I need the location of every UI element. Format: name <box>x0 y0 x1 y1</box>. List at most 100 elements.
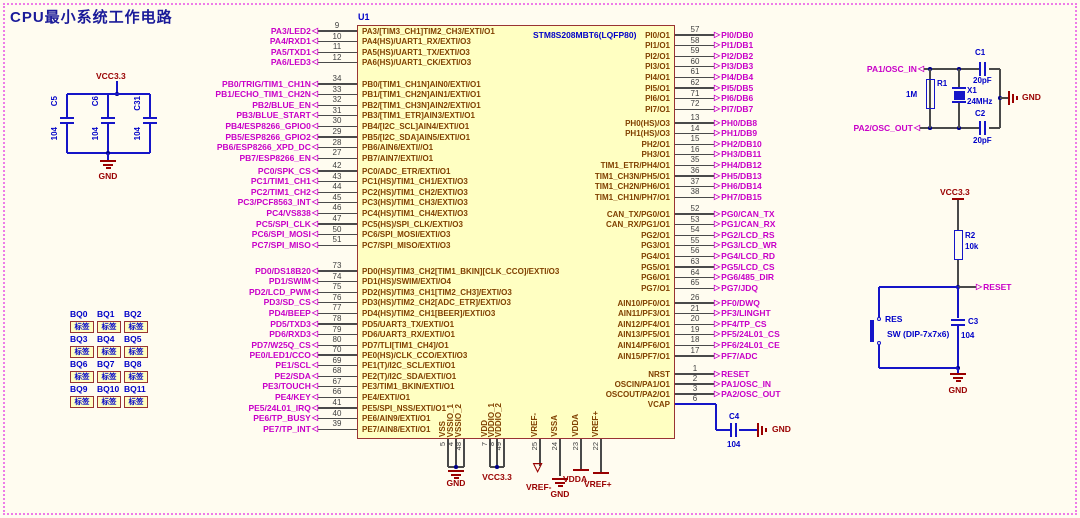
capacitor-C2[interactable] <box>984 121 986 135</box>
net-port[interactable]: PB3/BLUE_START◁ <box>236 110 318 120</box>
tag-box-BQ11[interactable]: 标签 <box>124 396 148 408</box>
net-port[interactable]: PA3/LED2◁ <box>271 26 318 36</box>
net-port[interactable]: PC0/SPK_CS◁ <box>258 166 318 176</box>
capacitor-C4[interactable] <box>735 423 737 437</box>
net-port[interactable]: ▷PI0/DB0 <box>714 30 753 40</box>
tag-box-BQ4[interactable]: 标签 <box>97 346 121 358</box>
tag-box-BQ1[interactable]: 标签 <box>97 321 121 333</box>
net-port[interactable]: ▷PG4/LCD_RD <box>714 251 775 261</box>
net-port[interactable]: PA5/TXD1◁ <box>271 47 318 57</box>
net-port[interactable]: PB6/ESP8266_XPD_DC◁ <box>217 142 318 152</box>
pin-name: PG5/O1 <box>641 263 670 272</box>
net-port[interactable]: PE2/SDA◁ <box>274 371 318 381</box>
net-port[interactable]: ▷RESET <box>714 369 750 379</box>
capacitor-C31[interactable] <box>143 117 157 119</box>
net-port[interactable]: ▷PG0/CAN_TX <box>714 209 775 219</box>
tag-box-BQ6[interactable]: 标签 <box>70 371 94 383</box>
tag-box-BQ8[interactable]: 标签 <box>124 371 148 383</box>
net-port[interactable]: ▷PI2/DB2 <box>714 51 753 61</box>
net-port[interactable]: PB4/ESP8266_GPIO0◁ <box>225 121 318 131</box>
net-port[interactable]: ▷PH7/DB15 <box>714 192 762 202</box>
net-port[interactable]: PC3/PCF8563_INT◁ <box>238 197 318 207</box>
tag-box-BQ9[interactable]: 标签 <box>70 396 94 408</box>
net-port[interactable]: PA6/LED3◁ <box>271 57 318 67</box>
net-port[interactable]: PC5/SPI_CLK◁ <box>256 219 318 229</box>
net-port[interactable]: ▷PF7/ADC <box>714 351 758 361</box>
net-port[interactable]: PA2/OSC_OUT◁ <box>853 123 920 133</box>
tag-box-BQ7[interactable]: 标签 <box>97 371 121 383</box>
net-label: PH2/DB10 <box>721 139 762 149</box>
capacitor-C1[interactable] <box>984 62 986 76</box>
net-port[interactable]: PA1/OSC_IN◁ <box>867 64 924 74</box>
capacitor-C1[interactable] <box>979 62 981 76</box>
net-port[interactable]: ▷PI7/DB7 <box>714 104 753 114</box>
net-port[interactable]: ▷PG6/485_DIR <box>714 272 774 282</box>
net-port[interactable]: PE4/KEY◁ <box>275 392 318 402</box>
net-port[interactable]: ▷PH2/DB10 <box>714 139 762 149</box>
net-port[interactable]: PC6/SPI_MOSI◁ <box>252 229 318 239</box>
net-port[interactable]: ▷PG7/JDQ <box>714 283 758 293</box>
net-port[interactable]: ▷PH5/DB13 <box>714 171 762 181</box>
net-port[interactable]: PB5/ESP8266_GPIO2◁ <box>225 132 318 142</box>
net-port[interactable]: PC7/SPI_MISO◁ <box>252 240 318 250</box>
net-port[interactable]: PD4/BEEP◁ <box>269 308 318 318</box>
net-port[interactable]: PC4/VS838◁ <box>266 208 318 218</box>
net-port[interactable]: ▷PH0/DB8 <box>714 118 757 128</box>
net-port[interactable]: ▷PG2/LCD_RS <box>714 230 775 240</box>
net-port[interactable]: ▷PG5/LCD_CS <box>714 262 775 272</box>
net-port[interactable]: ▷PF4/TP_CS <box>714 319 767 329</box>
net-port[interactable]: ▷PF6/24L01_CE <box>714 340 780 350</box>
net-port[interactable]: PE1/SCL◁ <box>275 360 318 370</box>
net-port[interactable]: PD1/SWIM◁ <box>269 276 318 286</box>
net-port[interactable]: ▷PF5/24L01_CS <box>714 329 780 339</box>
net-port[interactable]: ▷PA2/OSC_OUT <box>714 389 781 399</box>
tag-box-BQ3[interactable]: 标签 <box>70 346 94 358</box>
net-port[interactable]: ▷PI6/DB6 <box>714 93 753 103</box>
net-port[interactable]: ▷PI1/DB1 <box>714 40 753 50</box>
tag-box-BQ5[interactable]: 标签 <box>124 346 148 358</box>
net-port[interactable]: ▷PH6/DB14 <box>714 181 762 191</box>
capacitor-C3[interactable] <box>951 319 965 321</box>
net-port[interactable]: ▷PI4/DB4 <box>714 72 753 82</box>
net-port[interactable]: ▷PH4/DB12 <box>714 160 762 170</box>
capacitor-C5[interactable] <box>60 117 74 119</box>
net-port[interactable]: PE6/TP_BUSY◁ <box>253 413 318 423</box>
reset-switch[interactable] <box>870 320 874 342</box>
net-port[interactable]: PE7/TP_INT◁ <box>263 424 318 434</box>
capacitor-C4[interactable] <box>730 423 732 437</box>
crystal-X1[interactable] <box>954 91 965 100</box>
capacitor-C2[interactable] <box>979 121 981 135</box>
net-port[interactable]: ▷PI5/DB5 <box>714 83 753 93</box>
net-port[interactable]: PD7/W25Q_CS◁ <box>251 340 318 350</box>
net-port[interactable]: PC2/TIM1_CH2◁ <box>251 187 318 197</box>
tag-box-BQ2[interactable]: 标签 <box>124 321 148 333</box>
net-port[interactable]: ▷PG3/LCD_WR <box>714 240 777 250</box>
net-port[interactable]: PD5/TXD3◁ <box>270 319 318 329</box>
net-port[interactable]: PD0/DS18B20◁ <box>255 266 318 276</box>
net-port[interactable]: PD6/RXD3◁ <box>269 329 318 339</box>
net-port[interactable]: ▷PF3/LINGHT <box>714 308 771 318</box>
net-port[interactable]: ▷PF0/DWQ <box>714 298 760 308</box>
net-port[interactable]: PE5/24L01_IRQ◁ <box>248 403 318 413</box>
net-port[interactable]: PB1/ECHO_TIM1_CH2N◁ <box>215 89 318 99</box>
net-port[interactable]: ▷PG1/CAN_RX <box>714 219 775 229</box>
tag-box-BQ10[interactable]: 标签 <box>97 396 121 408</box>
net-port[interactable]: PC1/TIM1_CH1◁ <box>251 176 318 186</box>
net-port[interactable]: PD3/SD_CS◁ <box>264 297 318 307</box>
net-port[interactable]: PD2/LCD_PWM◁ <box>249 287 318 297</box>
net-port[interactable]: PB2/BLUE_EN◁ <box>252 100 318 110</box>
net-port[interactable]: ▷PH1/DB9 <box>714 128 757 138</box>
net-port[interactable]: ▷RESET <box>976 282 1012 292</box>
resistor-R2[interactable] <box>954 230 963 260</box>
net-port[interactable]: PE3/TOUCH◁ <box>262 381 318 391</box>
net-port[interactable]: PE0/LED1/CCO◁ <box>249 350 318 360</box>
resistor-R1[interactable] <box>926 79 935 109</box>
net-port[interactable]: ▷PH3/DB11 <box>714 149 761 159</box>
net-port[interactable]: PB0/TRIG/TIM1_CH1N◁ <box>222 79 318 89</box>
net-port[interactable]: ▷PA1/OSC_IN <box>714 379 771 389</box>
net-port[interactable]: ▷PI3/DB3 <box>714 61 753 71</box>
tag-box-BQ0[interactable]: 标签 <box>70 321 94 333</box>
net-port[interactable]: PB7/ESP8266_EN◁ <box>239 153 318 163</box>
capacitor-C6[interactable] <box>101 117 115 119</box>
net-port[interactable]: PA4/RXD1◁ <box>270 36 318 46</box>
